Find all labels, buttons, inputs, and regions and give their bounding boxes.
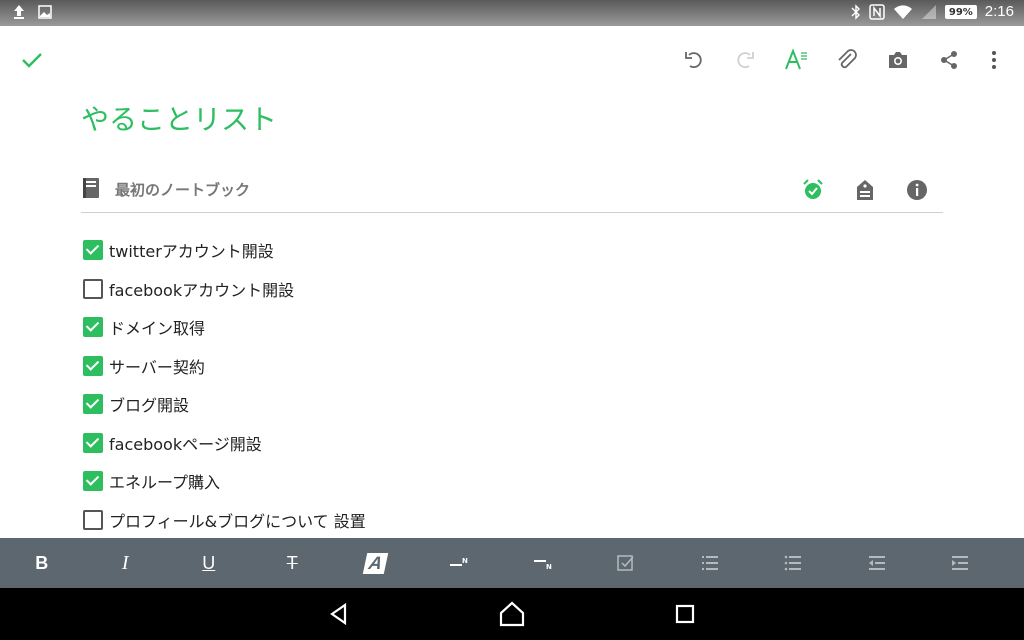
- signal-icon: [921, 4, 936, 19]
- attachment-button[interactable]: [821, 44, 872, 76]
- bullet-list-icon: [784, 555, 802, 571]
- indent-button[interactable]: [919, 538, 1003, 588]
- checklist-item-label[interactable]: facebookページ開設: [109, 431, 262, 455]
- share-button[interactable]: [923, 44, 974, 76]
- redo-icon: [736, 52, 754, 69]
- outdent-icon: [868, 556, 885, 570]
- text-format-button[interactable]: [770, 44, 821, 76]
- redo-button[interactable]: [719, 44, 770, 76]
- checklist-item-label[interactable]: サーバー契約: [109, 354, 205, 378]
- text-format-icon: [784, 48, 807, 70]
- wifi-icon: [893, 4, 912, 19]
- reminder-button[interactable]: [787, 175, 839, 205]
- subscript-icon: N: [533, 560, 552, 571]
- recents-icon[interactable]: [671, 600, 699, 628]
- share-icon: [940, 51, 957, 69]
- tag-button[interactable]: [839, 175, 891, 205]
- check-icon: [22, 53, 42, 68]
- nfc-icon: [869, 3, 885, 20]
- checklist-item: ブログ開設: [83, 385, 943, 424]
- camera-button[interactable]: [872, 44, 923, 76]
- bold-button[interactable]: B: [0, 538, 84, 588]
- note-title[interactable]: やることリスト: [81, 98, 277, 138]
- checkbox[interactable]: [83, 471, 103, 492]
- checklist-item-label[interactable]: プロフィール&ブログについて 設置: [109, 508, 366, 532]
- highlight-button[interactable]: A: [334, 538, 418, 588]
- bold-icon: B: [35, 552, 49, 573]
- checklist-item-label[interactable]: facebookアカウント開設: [109, 277, 294, 301]
- checklist-item: ドメイン取得: [83, 308, 943, 347]
- image-icon: [38, 5, 52, 19]
- info-icon: [907, 180, 927, 200]
- checklist-item-label[interactable]: twitterアカウント開設: [109, 238, 274, 262]
- undo-icon: [684, 52, 702, 69]
- checkbox[interactable]: [83, 394, 103, 415]
- underline-button[interactable]: U: [167, 538, 251, 588]
- battery-indicator: 99%: [944, 4, 977, 19]
- checkbox[interactable]: [83, 317, 103, 338]
- notebook-icon: [83, 178, 99, 198]
- notebook-selector[interactable]: 最初のノートブック: [115, 179, 250, 200]
- strikethrough-button[interactable]: T: [251, 538, 335, 588]
- strikethrough-icon: T: [286, 552, 298, 573]
- checklist-item: エネループ購入: [83, 462, 943, 501]
- checklist-item: twitterアカウント開設: [83, 231, 943, 270]
- system-nav-bar: [0, 588, 1024, 640]
- checkbox[interactable]: [83, 278, 103, 299]
- undo-button[interactable]: [668, 44, 719, 76]
- italic-icon: I: [121, 551, 129, 574]
- checklist-item-label[interactable]: エネループ購入: [109, 469, 220, 493]
- formatting-toolbar: B I U T A N N: [0, 538, 1024, 588]
- upload-icon: [14, 5, 24, 19]
- numbered-list-button[interactable]: [668, 538, 752, 588]
- superscript-icon: N: [450, 557, 468, 566]
- numbered-list-icon: [701, 556, 718, 570]
- bluetooth-icon: [851, 3, 860, 20]
- attachment-icon: [837, 49, 857, 69]
- underline-icon: U: [202, 552, 216, 573]
- alarm-icon: [803, 179, 823, 199]
- checkbox[interactable]: [83, 509, 103, 530]
- svg-text:N: N: [546, 563, 552, 571]
- checklist-item-label[interactable]: ドメイン取得: [109, 315, 205, 339]
- info-button[interactable]: [891, 175, 943, 205]
- superscript-button[interactable]: N: [418, 538, 502, 588]
- checkbox-icon: [617, 555, 634, 571]
- note-meta-row: 最初のノートブック: [81, 173, 943, 213]
- checkbox[interactable]: [83, 355, 103, 376]
- highlight-icon: A: [363, 552, 389, 574]
- more-icon: [992, 51, 996, 69]
- indent-icon: [952, 556, 969, 570]
- home-icon[interactable]: [498, 600, 526, 628]
- status-bar: 99% 2:16: [0, 0, 1024, 26]
- checklist-item: facebookページ開設: [83, 424, 943, 463]
- checklist-item: プロフィール&ブログについて 設置: [83, 501, 943, 540]
- svg-text:N: N: [462, 557, 468, 565]
- note-toolbar: [0, 26, 1024, 92]
- done-button[interactable]: [18, 46, 46, 74]
- tag-icon: [857, 180, 873, 200]
- checklist: twitterアカウント開設 facebookアカウント開設 ドメイン取得 サー…: [83, 231, 943, 539]
- checkbox[interactable]: [83, 240, 103, 261]
- italic-button[interactable]: I: [84, 538, 168, 588]
- status-time: 2:16: [984, 3, 1014, 20]
- checklist-item: facebookアカウント開設: [83, 270, 943, 309]
- subscript-button[interactable]: N: [501, 538, 585, 588]
- checkbox[interactable]: [83, 432, 103, 453]
- checkbox-insert-button[interactable]: [585, 538, 669, 588]
- camera-icon: [888, 52, 907, 68]
- more-button[interactable]: [974, 44, 1014, 76]
- checklist-item: サーバー契約: [83, 347, 943, 386]
- bullet-list-button[interactable]: [752, 538, 836, 588]
- back-icon[interactable]: [325, 600, 353, 628]
- outdent-button[interactable]: [835, 538, 919, 588]
- checklist-item-label[interactable]: ブログ開設: [109, 392, 189, 416]
